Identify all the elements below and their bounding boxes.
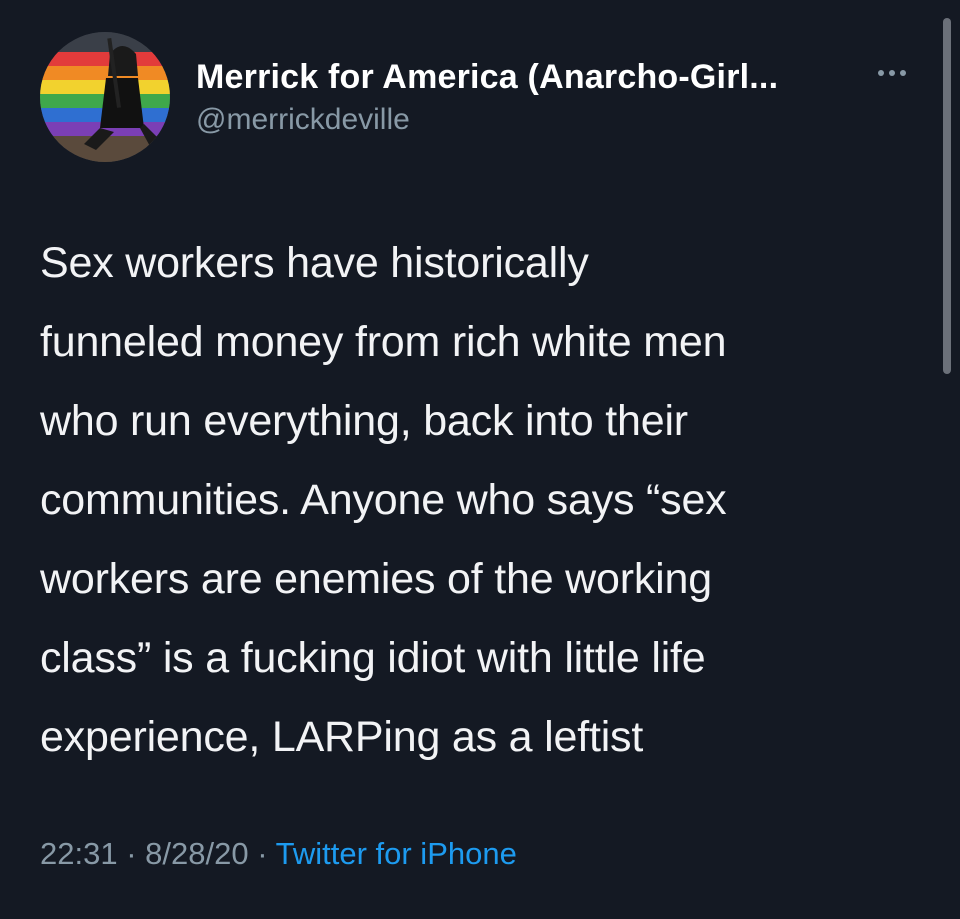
avatar[interactable] — [40, 32, 170, 162]
tweet-metadata: 22:31 · 8/28/20 · Twitter for iPhone — [40, 836, 517, 872]
tweet-source[interactable]: Twitter for iPhone — [276, 836, 517, 871]
more-dot — [889, 70, 895, 76]
separator: · — [126, 836, 137, 871]
tweet-text: Sex workers have historically funneled m… — [40, 239, 727, 761]
tweet-date[interactable]: 8/28/20 — [145, 836, 248, 871]
more-options-icon[interactable] — [878, 66, 918, 80]
more-dot — [878, 70, 884, 76]
author-block: Merrick for America (Anarcho-Girl... @me… — [196, 58, 778, 137]
avatar-image — [40, 32, 170, 162]
display-name[interactable]: Merrick for America (Anarcho-Girl... — [196, 58, 778, 97]
scrollbar[interactable] — [943, 18, 951, 374]
more-dot — [900, 70, 906, 76]
tweet-time[interactable]: 22:31 — [40, 836, 118, 871]
handle[interactable]: @merrickdeville — [196, 103, 778, 137]
tweet-header: Merrick for America (Anarcho-Girl... @me… — [40, 32, 920, 162]
separator: · — [257, 836, 268, 871]
